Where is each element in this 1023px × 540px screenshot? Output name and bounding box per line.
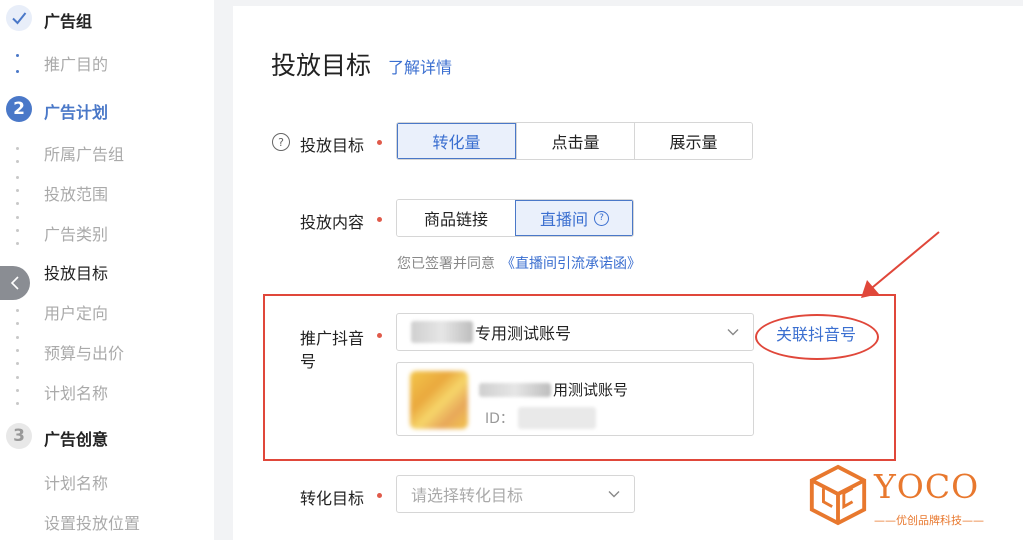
account-card: 用测试账号 ID：	[396, 362, 754, 436]
blurred-text	[411, 321, 473, 343]
blurred-text	[479, 382, 551, 397]
conversion-label: 转化目标	[300, 489, 365, 508]
step-dot	[16, 147, 19, 150]
watermark: YOCO ——优创品牌科技——	[806, 463, 1006, 533]
help-icon[interactable]: ?	[272, 133, 290, 151]
account-id: ID：	[485, 407, 596, 429]
watermark-brand: YOCO	[874, 467, 980, 506]
nav-item-scope[interactable]: 投放范围	[44, 181, 108, 205]
live-room-label: 直播间	[539, 210, 588, 229]
account-name-text: 用测试账号	[553, 381, 629, 399]
arrow-annotation-icon	[861, 231, 940, 298]
step-dot	[16, 202, 19, 205]
douyin-label-line1: 推广抖音	[300, 329, 365, 348]
step-dot	[16, 160, 19, 163]
nav-item-ad-group[interactable]: 所属广告组	[44, 141, 124, 165]
collapse-sidebar-button[interactable]	[0, 266, 30, 300]
step-dot	[16, 242, 19, 245]
yoco-logo-icon	[809, 464, 867, 526]
step-dot	[16, 189, 19, 192]
step-dot	[16, 376, 19, 379]
content-label: 投放内容	[300, 213, 365, 232]
main-card: 投放目标 了解详情 ? 投放目标 转化量 点击量 展示量 投放内容 商品链接 直…	[233, 6, 1023, 540]
step-done-check-icon	[6, 5, 32, 31]
group-title-ad-group[interactable]: 广告组	[44, 8, 92, 32]
nav-item-plan-name[interactable]: 计划名称	[44, 380, 108, 404]
chevron-down-icon	[608, 491, 620, 498]
step-dot	[16, 176, 19, 179]
step-dot	[16, 389, 19, 392]
group-title-ad-plan[interactable]: 广告计划	[44, 99, 108, 123]
goal-segmented-control: 转化量 点击量 展示量	[396, 122, 753, 160]
content-segmented-control: 商品链接 直播间 ?	[396, 199, 634, 237]
conversion-target-select[interactable]: 请选择转化目标	[396, 475, 635, 513]
nav-item-budget[interactable]: 预算与出价	[44, 340, 124, 364]
step-number-2: 2	[6, 96, 32, 122]
step-dot	[16, 54, 19, 57]
content-option-live-room[interactable]: 直播间 ?	[515, 200, 633, 236]
blurred-text	[517, 407, 596, 429]
avatar	[410, 371, 468, 429]
agreement-text: 您已签署并同意 《直播间引流承诺函》	[397, 253, 641, 273]
page-title: 投放目标	[271, 51, 372, 80]
sidebar: 广告组 推广目的 2 广告计划 所属广告组 投放范围 广告类别 投放目标 用户定…	[0, 0, 214, 540]
watermark-tagline: ——优创品牌科技——	[874, 514, 984, 527]
step-number-3: 3	[6, 423, 32, 449]
required-dot	[377, 493, 382, 498]
conversion-placeholder: 请选择转化目标	[411, 486, 524, 505]
group-title-creative[interactable]: 广告创意	[44, 426, 108, 450]
douyin-account-select[interactable]: 专用测试账号	[396, 313, 754, 351]
agreement-link[interactable]: 《直播间引流承诺函》	[501, 256, 641, 272]
goal-option-conversion[interactable]: 转化量	[397, 123, 516, 159]
step-dot	[16, 322, 19, 325]
step-dot	[16, 336, 19, 339]
goal-option-clicks[interactable]: 点击量	[516, 123, 634, 159]
help-icon[interactable]: ?	[594, 210, 609, 226]
step-dot	[16, 349, 19, 352]
required-dot	[377, 217, 382, 222]
learn-more-link[interactable]: 了解详情	[388, 54, 452, 78]
goal-option-impressions[interactable]: 展示量	[634, 123, 752, 159]
step-dot	[16, 309, 19, 312]
account-id-label: ID：	[485, 411, 514, 427]
required-dot	[377, 140, 382, 145]
step-dot	[16, 362, 19, 365]
nav-item-plan-name-2[interactable]: 计划名称	[44, 470, 108, 494]
step-dot	[16, 70, 19, 73]
nav-item-promotion-purpose[interactable]: 推广目的	[44, 51, 108, 75]
highlight-ellipse	[755, 314, 879, 360]
douyin-label-line2: 号	[300, 352, 317, 371]
nav-item-placement[interactable]: 设置投放位置	[44, 510, 140, 534]
required-dot	[377, 333, 382, 338]
chevron-left-icon	[10, 276, 19, 290]
nav-item-targeting[interactable]: 用户定向	[44, 300, 108, 324]
content-option-product-link[interactable]: 商品链接	[397, 200, 515, 236]
douyin-selected-value: 专用测试账号	[475, 324, 572, 343]
nav-item-category[interactable]: 广告类别	[44, 221, 108, 245]
nav-item-goal[interactable]: 投放目标	[44, 260, 108, 284]
step-dot	[16, 402, 19, 405]
account-name: 用测试账号	[479, 379, 628, 400]
step-dot	[16, 229, 19, 232]
goal-label: 投放目标	[300, 136, 365, 155]
agreement-prefix: 您已签署并同意	[397, 256, 495, 272]
chevron-down-icon	[727, 329, 739, 336]
step-dot	[16, 216, 19, 219]
